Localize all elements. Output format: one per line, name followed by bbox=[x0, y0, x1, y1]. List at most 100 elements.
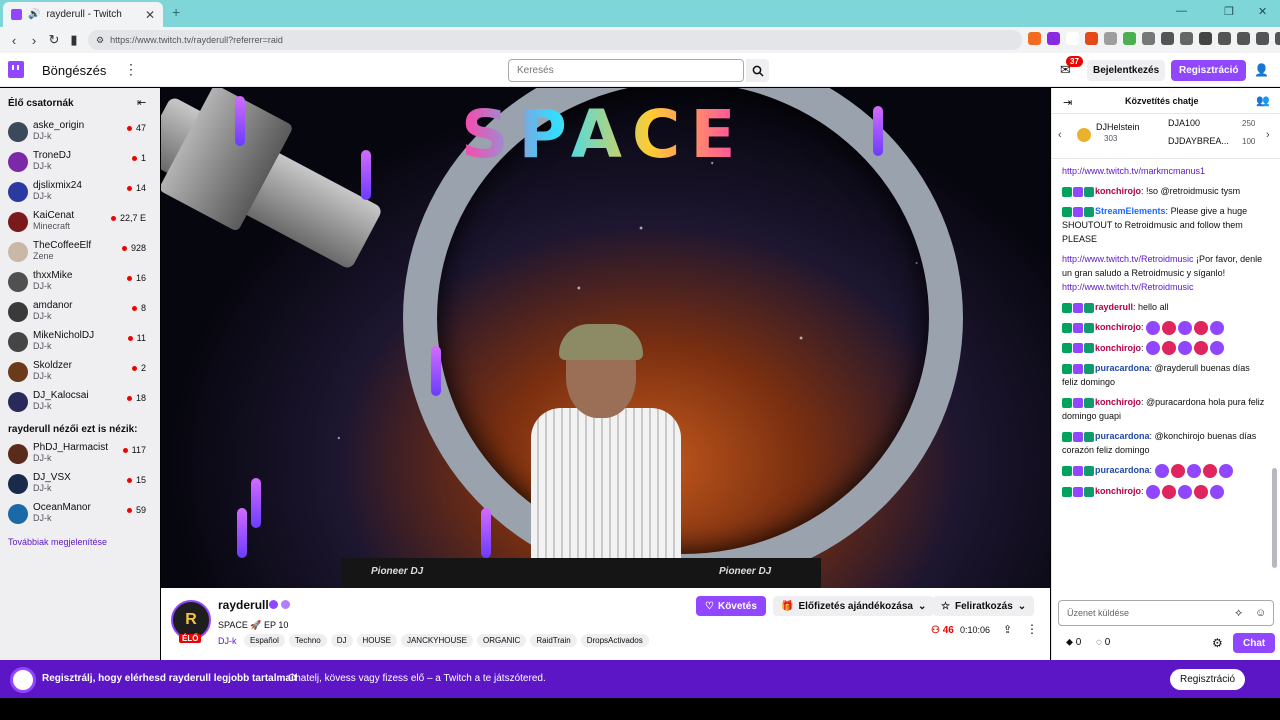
share-icon[interactable]: ⇪ bbox=[1003, 623, 1012, 636]
extension-icon[interactable] bbox=[1123, 32, 1136, 45]
stream-tag[interactable]: JANCKYHOUSE bbox=[400, 634, 473, 647]
sidebar-channel-item[interactable]: KaiCenat Minecraft 22,7 E bbox=[0, 208, 160, 238]
sidebar-channel-item[interactable]: DJ_VSX DJ-k 15 bbox=[0, 470, 160, 500]
stream-tag[interactable]: Techno bbox=[288, 634, 327, 647]
sidebar-channel-item[interactable]: DJ_Kalocsai DJ-k 18 bbox=[0, 388, 160, 418]
subscribe-button[interactable]: ☆ Feliratkozás ⌄ bbox=[933, 596, 1035, 616]
reload-icon[interactable]: ↻ bbox=[44, 32, 64, 48]
chat-username[interactable]: StreamElements bbox=[1095, 206, 1166, 216]
sidebar-channel-item[interactable]: amdanor DJ-k 8 bbox=[0, 298, 160, 328]
bits-icon[interactable]: ⟡ bbox=[1235, 607, 1242, 620]
chat-link[interactable]: http://www.twitch.tv/markmcmanus1 bbox=[1062, 166, 1205, 176]
tab-audio-icon[interactable]: 🔊 bbox=[28, 9, 40, 20]
browser-tab[interactable]: 🔊 rayderull - Twitch ✕ bbox=[3, 2, 163, 27]
chat-username[interactable]: konchirojo bbox=[1095, 486, 1141, 496]
extension-icon[interactable] bbox=[1085, 32, 1098, 45]
address-bar[interactable]: ⚙ https://www.twitch.tv/rayderull?referr… bbox=[88, 30, 1022, 50]
close-window-icon[interactable]: ✕ bbox=[1258, 5, 1267, 18]
channel-name: DJ_Kalocsai bbox=[33, 390, 89, 401]
sidebar-channel-item[interactable]: thxxMike DJ-k 16 bbox=[0, 268, 160, 298]
back-icon[interactable]: ‹ bbox=[4, 33, 24, 48]
emote-icon[interactable]: ☺ bbox=[1255, 607, 1266, 619]
collapse-chat-icon[interactable]: ⇥ bbox=[1063, 96, 1072, 109]
show-more-link[interactable]: Továbbiak megjelenítése bbox=[8, 537, 107, 547]
chat-link[interactable]: http://www.twitch.tv/Retroidmusic bbox=[1062, 282, 1194, 292]
extension-icon[interactable] bbox=[1142, 32, 1155, 45]
stream-category[interactable]: DJ-k bbox=[218, 636, 237, 646]
viewer-count-value: 15 bbox=[135, 475, 146, 485]
tab-close-icon[interactable]: ✕ bbox=[145, 8, 155, 22]
twitch-logo-icon[interactable] bbox=[8, 61, 24, 78]
vpn-icon[interactable] bbox=[1237, 32, 1250, 45]
new-tab-icon[interactable]: + bbox=[172, 4, 180, 20]
leo-icon[interactable] bbox=[1256, 32, 1269, 45]
chat-settings-icon[interactable]: ⚙ bbox=[1212, 636, 1223, 650]
channel-category: DJ-k bbox=[33, 341, 52, 351]
follow-button[interactable]: ♡ Követés bbox=[696, 596, 766, 616]
stream-tag[interactable]: HOUSE bbox=[356, 634, 397, 647]
puzzle-icon[interactable] bbox=[1180, 32, 1193, 45]
brave-rewards-icon[interactable] bbox=[1047, 32, 1060, 45]
chat-message-input[interactable]: Üzenet küldése ⟡ ☺ bbox=[1058, 600, 1274, 626]
leaderboard-third-name[interactable]: DJDAYBREA... bbox=[1168, 136, 1229, 146]
more-options-icon[interactable]: ⋮ bbox=[1026, 622, 1038, 636]
chat-username[interactable]: puracardona bbox=[1095, 465, 1150, 475]
sidebar-channel-item[interactable]: MikeNicholDJ DJ-k 11 bbox=[0, 328, 160, 358]
leaderboard-next-icon[interactable]: › bbox=[1266, 129, 1270, 141]
sidebar-channel-item[interactable]: aske_origin DJ-k 47 bbox=[0, 118, 160, 148]
channel-points[interactable]: ◌ 0 bbox=[1096, 637, 1110, 648]
stream-tag[interactable]: Español bbox=[244, 634, 285, 647]
bookmark-icon[interactable]: ▮ bbox=[64, 32, 84, 48]
sidebar-channel-item[interactable]: PhDJ_Harmacist DJ-k 117 bbox=[0, 440, 160, 470]
chat-link[interactable]: http://www.twitch.tv/Retroidmusic bbox=[1062, 254, 1194, 264]
chat-username[interactable]: konchirojo bbox=[1095, 322, 1141, 332]
chat-send-button[interactable]: Chat bbox=[1233, 633, 1276, 653]
chat-username[interactable]: konchirojo bbox=[1095, 186, 1141, 196]
video-player[interactable]: SPACE Pioneer DJ Pioneer DJ bbox=[161, 88, 1050, 588]
stream-tag[interactable]: DJ bbox=[330, 634, 353, 647]
chat-username[interactable]: konchirojo bbox=[1095, 343, 1141, 353]
sidebar-channel-item[interactable]: OceanManor DJ-k 59 bbox=[0, 500, 160, 530]
chat-username[interactable]: rayderull bbox=[1095, 302, 1133, 312]
login-button[interactable]: Bejelentkezés bbox=[1087, 60, 1166, 81]
site-info-icon[interactable]: ⚙ bbox=[96, 35, 104, 46]
community-icon[interactable]: 👥 bbox=[1256, 94, 1270, 107]
sidebar-channel-item[interactable]: TroneDJ DJ-k 1 bbox=[0, 148, 160, 178]
sidebar-icon[interactable] bbox=[1199, 32, 1212, 45]
stream-tag[interactable]: DropsActivados bbox=[580, 634, 649, 647]
signup-button[interactable]: Regisztráció bbox=[1171, 60, 1247, 81]
brave-shield-icon[interactable] bbox=[1028, 32, 1041, 45]
sidebar-channel-item[interactable]: djslixmix24 DJ-k 14 bbox=[0, 178, 160, 208]
stream-tag[interactable]: RaidTrain bbox=[530, 634, 577, 647]
restore-icon[interactable]: ❐ bbox=[1224, 5, 1234, 18]
chat-username[interactable]: puracardona bbox=[1095, 431, 1150, 441]
more-options-icon[interactable]: ⋮ bbox=[124, 61, 138, 78]
banner-signup-button[interactable]: Regisztráció bbox=[1170, 669, 1246, 690]
user-menu-icon[interactable]: 👤 bbox=[1254, 63, 1269, 77]
chat-title: Közvetítés chatje bbox=[1125, 96, 1199, 106]
gift-sub-button[interactable]: 🎁 Előfizetés ajándékozása ⌄ bbox=[773, 596, 935, 616]
forward-icon[interactable]: › bbox=[24, 33, 44, 48]
leaderboard-second-name[interactable]: DJA100 bbox=[1168, 118, 1200, 128]
collapse-sidebar-icon[interactable]: ⇤ bbox=[137, 96, 146, 109]
minimize-icon[interactable]: — bbox=[1176, 5, 1187, 17]
shield-icon[interactable] bbox=[1275, 32, 1280, 45]
sidebar-channel-item[interactable]: TheCoffeeElf Zene 928 bbox=[0, 238, 160, 268]
bits-balance[interactable]: ⬥ 0 bbox=[1066, 637, 1081, 648]
chat-username[interactable]: puracardona bbox=[1095, 363, 1150, 373]
sidebar-channel-item[interactable]: Skoldzer DJ-k 2 bbox=[0, 358, 160, 388]
viewer-count-value: 59 bbox=[135, 505, 146, 515]
leaderboard-first-name[interactable]: DJHelstein bbox=[1096, 122, 1140, 132]
channel-name[interactable]: rayderull bbox=[218, 598, 269, 612]
leaderboard-prev-icon[interactable]: ‹ bbox=[1058, 129, 1062, 141]
wallet-icon[interactable] bbox=[1218, 32, 1231, 45]
extension-icon[interactable] bbox=[1104, 32, 1117, 45]
channel-avatar bbox=[8, 332, 28, 352]
stream-tag[interactable]: ORGANIC bbox=[476, 634, 527, 647]
search-input[interactable] bbox=[508, 59, 744, 82]
chat-scrollbar[interactable] bbox=[1272, 468, 1277, 568]
music-icon[interactable] bbox=[1161, 32, 1174, 45]
browse-link[interactable]: Böngészés bbox=[42, 63, 106, 78]
search-button[interactable] bbox=[746, 59, 769, 82]
chat-username[interactable]: konchirojo bbox=[1095, 397, 1141, 407]
